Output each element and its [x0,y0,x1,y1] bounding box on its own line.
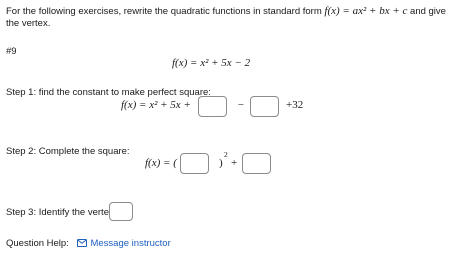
step1-minus: − [237,99,245,111]
step2-exponent: 2 [224,150,228,159]
step2-square-input[interactable] [180,153,209,174]
problem-equation: f(x) = x² + 5x − 2 [172,57,251,69]
step2-label: Step 2: Complete the square: [6,146,130,157]
step1-plus-constant: +32 [286,99,304,111]
question-help-label: Question Help: [6,238,69,249]
instructions-line-2: the vertex. [6,18,51,29]
question-help: Question Help: Message instructor [6,238,171,249]
vertex-input[interactable] [109,202,133,221]
problem-number: #9 [6,46,17,57]
instructions-suffix: and give [410,6,446,17]
message-instructor-text[interactable]: Message instructor [90,238,170,249]
step2-close-paren: ) [219,157,223,169]
step1-subtract-input[interactable] [250,96,279,117]
message-instructor-link[interactable]: Message instructor [77,238,171,249]
instructions: For the following exercises, rewrite the… [6,5,446,17]
step1-lhs: f(x) = x² + 5x + [121,99,191,111]
step2-constant-input[interactable] [242,153,271,174]
instructions-text: For the following exercises, rewrite the… [6,6,322,17]
step2-plus: + [231,157,238,169]
envelope-icon [77,239,88,248]
step1-constant-input[interactable] [198,96,227,117]
step2-lhs: f(x) = ( [145,157,177,169]
standard-form-formula: f(x) = ax² + bx + c [324,5,408,17]
step1-label: Step 1: find the constant to make perfec… [6,87,211,98]
step3-label: Step 3: Identify the vertex: [6,207,117,218]
